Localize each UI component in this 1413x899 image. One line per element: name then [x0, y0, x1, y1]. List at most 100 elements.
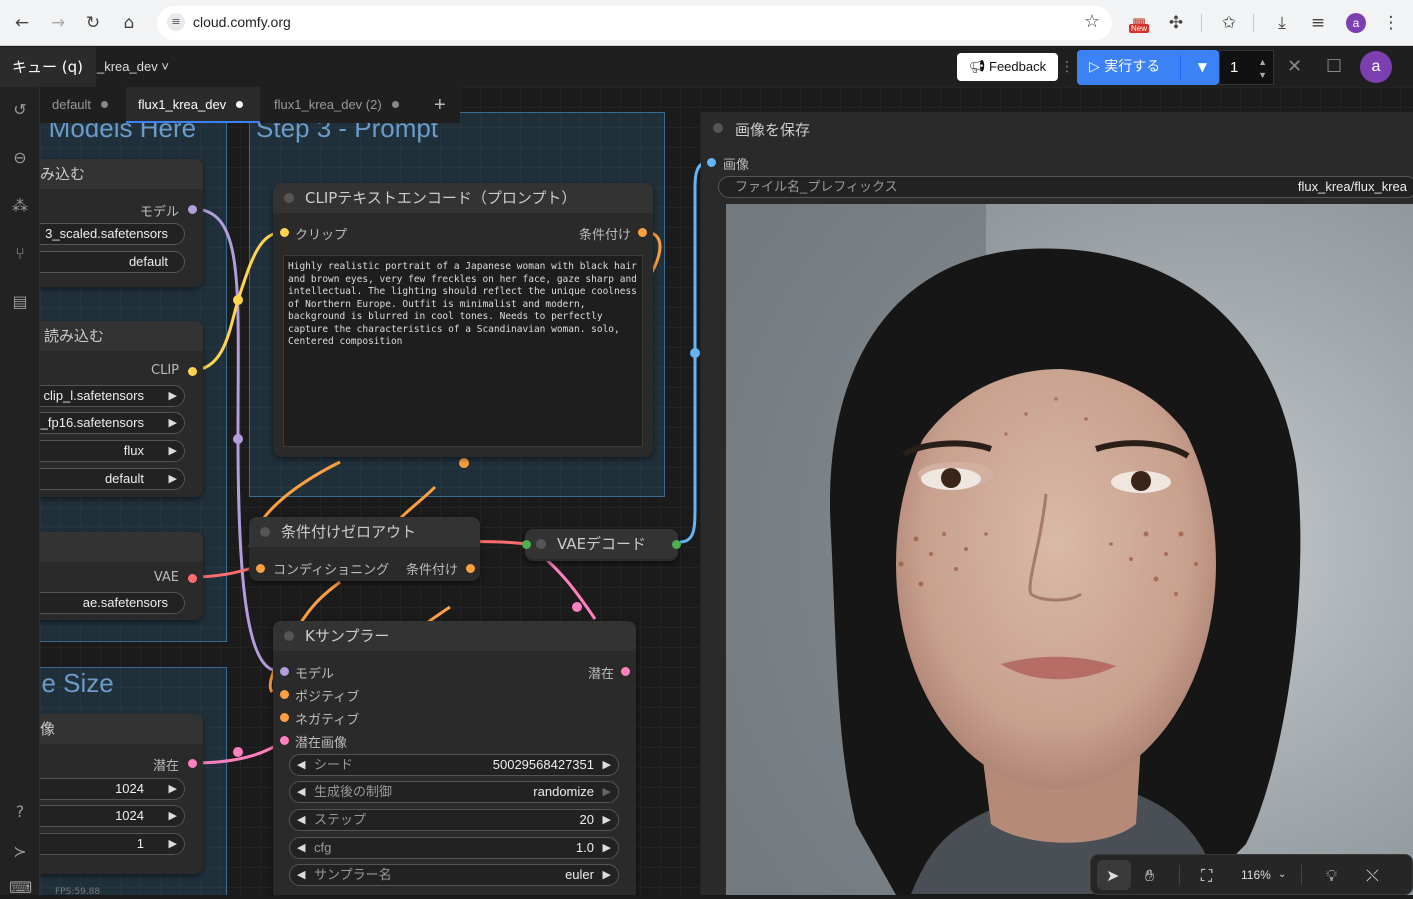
fit-view-icon[interactable]: ⛶ [1201, 866, 1212, 886]
terminal-icon[interactable]: ≻ [9, 841, 31, 863]
node-vae-loader[interactable]: VAE ae.safetensors [40, 532, 203, 620]
ksampler-widget-2[interactable]: ◀ ステップ 20 ▶ [289, 809, 619, 831]
input-samples-dot[interactable] [522, 540, 531, 549]
output-image-dot[interactable] [672, 540, 681, 549]
output-latent-dot[interactable] [621, 667, 630, 676]
arrow-left-icon[interactable]: ◀ [297, 782, 305, 802]
link-visibility-icon[interactable]: ⤬ [1366, 866, 1379, 886]
unet-name-widget[interactable]: 3_scaled.safetensors [40, 223, 185, 245]
bookmark-star-icon[interactable]: ☆ [1084, 11, 1100, 32]
arrow-left-icon[interactable]: ◀ [297, 755, 305, 775]
site-info-icon[interactable]: ≡ [167, 13, 185, 31]
stop-square-icon[interactable]: ☐ [1326, 56, 1342, 77]
node-empty-latent[interactable]: 像 潜在 1024 ▶ 1024 ▶ 1 ▶ [40, 714, 203, 874]
arrow-right-icon[interactable]: ▶ [603, 865, 611, 885]
arrow-right-icon[interactable]: ▶ [169, 441, 177, 461]
ksampler-widget-0[interactable]: ◀ シード 50029568427351 ▶ [289, 754, 619, 776]
input-negative-dot[interactable] [280, 713, 289, 722]
profile-avatar[interactable]: a [1346, 13, 1366, 33]
ksampler-widget-3[interactable]: ◀ cfg 1.0 ▶ [289, 837, 619, 859]
batch-size-widget[interactable]: 1 ▶ [40, 833, 185, 855]
clip-name2-widget[interactable]: _fp16.safetensors ▶ [40, 412, 185, 434]
add-tab-button[interactable]: + [424, 87, 460, 123]
node-save-image[interactable]: 画像を保存 画像 ファイル名_プレフィックス flux_krea/flux_kr… [701, 112, 1413, 895]
node-conditioning-zero-out[interactable]: 条件付けゼロアウト コンディショニング 条件付け [249, 517, 480, 581]
run-button[interactable]: ▷ 実行する ▼ [1077, 50, 1219, 85]
cancel-icon[interactable]: ✕ [1287, 56, 1302, 77]
download-icon[interactable]: ⤓ [1270, 11, 1294, 35]
arrow-right-icon[interactable]: ▶ [603, 755, 611, 775]
weight-dtype-widget[interactable]: default [40, 251, 185, 273]
output-cond-dot[interactable] [466, 564, 475, 573]
node-dualclip-loader[interactable]: 読み込む CLIP clip_l.safetensors ▶ _fp16.safe… [40, 321, 203, 497]
filename-prefix-widget[interactable]: ファイル名_プレフィックス flux_krea/flux_krea [718, 176, 1413, 198]
output-clip-dot[interactable] [188, 367, 197, 376]
help-icon[interactable]: ? [9, 801, 31, 823]
clip-device-widget[interactable]: default ▶ [40, 468, 185, 490]
prompt-textarea[interactable]: Highly realistic portrait of a Japanese … [283, 255, 643, 447]
back-icon[interactable]: ← [10, 11, 34, 35]
queue-button[interactable]: キュー (q) [0, 47, 96, 87]
output-model-dot[interactable] [188, 205, 197, 214]
history-icon[interactable]: ↺ [9, 99, 31, 121]
templates-icon[interactable]: ▤ [9, 291, 31, 313]
output-image-preview[interactable] [726, 204, 1413, 895]
user-avatar[interactable]: a [1360, 51, 1392, 83]
width-widget[interactable]: 1024 ▶ [40, 778, 185, 800]
arrow-left-icon[interactable]: ◀ [297, 810, 305, 830]
clip-type-widget[interactable]: flux ▶ [40, 440, 185, 462]
zoom-level[interactable]: 116% [1241, 868, 1271, 882]
reload-icon[interactable]: ↻ [81, 11, 105, 35]
vae-name-widget[interactable]: ae.safetensors [40, 592, 185, 614]
height-widget[interactable]: 1024 ▶ [40, 805, 185, 827]
batch-count-input[interactable]: 1 ▲ ▼ [1219, 50, 1274, 85]
keyboard-icon[interactable]: ⌨ [9, 877, 32, 899]
output-cond-dot[interactable] [638, 228, 647, 237]
arrow-right-icon[interactable]: ▶ [169, 386, 177, 406]
node-unet-loader[interactable]: み込む モデル 3_scaled.safetensors default [40, 159, 203, 287]
arrow-right-icon[interactable]: ▶ [169, 779, 177, 799]
bookmarks-icon[interactable]: ✩ [1217, 11, 1241, 35]
input-model-dot[interactable] [280, 667, 289, 676]
workflows-icon[interactable]: ⑂ [9, 243, 31, 265]
ksampler-widget-1[interactable]: ◀ 生成後の制御 randomize ▶ [289, 781, 619, 803]
node-canvas[interactable]: d Models Here Step 3 - Prompt ge Size [40, 87, 1413, 895]
arrow-right-icon[interactable]: ▶ [603, 810, 611, 830]
arrow-right-icon[interactable]: ▶ [169, 469, 177, 489]
arrow-right-icon[interactable]: ▶ [169, 413, 177, 433]
arrow-left-icon[interactable]: ◀ [297, 865, 305, 885]
arrow-right-icon[interactable]: ▶ [169, 834, 177, 854]
arrow-right-icon[interactable]: ▶ [603, 782, 611, 802]
menu-dots-icon[interactable]: ⋮ [1379, 11, 1403, 35]
feedback-button[interactable]: 📢︎ Feedback [957, 53, 1058, 81]
input-clip-dot[interactable] [280, 228, 289, 237]
media-control-icon[interactable]: ≡ [1306, 11, 1330, 35]
arrow-left-icon[interactable]: ◀ [297, 838, 305, 858]
tab-default[interactable]: default [40, 87, 124, 123]
ksampler-widget-4[interactable]: ◀ サンプラー名 euler ▶ [289, 864, 619, 886]
forward-icon[interactable]: → [46, 11, 70, 35]
clip-name1-widget[interactable]: clip_l.safetensors ▶ [40, 385, 185, 407]
model-library-icon[interactable]: ⊖ [9, 147, 31, 169]
node-library-icon[interactable]: ⁂ [9, 195, 31, 217]
arrow-right-icon[interactable]: ▶ [169, 806, 177, 826]
node-ksampler[interactable]: Kサンプラー モデル ポジティブ ネガティブ 潜在画像 潜在 ◀ シード 50029… [273, 621, 636, 895]
address-bar[interactable]: ≡ cloud.comfy.org ☆ [157, 6, 1112, 40]
select-cursor-icon[interactable]: ➤ [1106, 866, 1119, 885]
tab-flux1-krea-dev[interactable]: flux1_krea_dev [126, 87, 260, 123]
decrement-icon[interactable]: ▼ [1258, 70, 1267, 81]
tab-flux1-krea-dev-2[interactable]: flux1_krea_dev (2) [262, 87, 422, 123]
chevron-down-icon[interactable]: ⌄ [1278, 869, 1286, 880]
arrow-right-icon[interactable]: ▶ [603, 838, 611, 858]
chevron-down-icon[interactable]: ▼ [1198, 50, 1207, 85]
input-positive-dot[interactable] [280, 690, 289, 699]
output-vae-dot[interactable] [188, 574, 197, 583]
input-latent-dot[interactable] [280, 736, 289, 745]
increment-icon[interactable]: ▲ [1258, 57, 1267, 68]
hand-pan-icon[interactable]: ✋︎ [1145, 866, 1154, 886]
output-latent-dot[interactable] [188, 759, 197, 768]
input-cond-dot[interactable] [256, 564, 265, 573]
home-icon[interactable]: ⌂ [117, 11, 141, 35]
extensions-puzzle-icon[interactable]: ✣ [1164, 11, 1188, 35]
workflow-name[interactable]: _krea_dev ˅ [97, 59, 169, 74]
